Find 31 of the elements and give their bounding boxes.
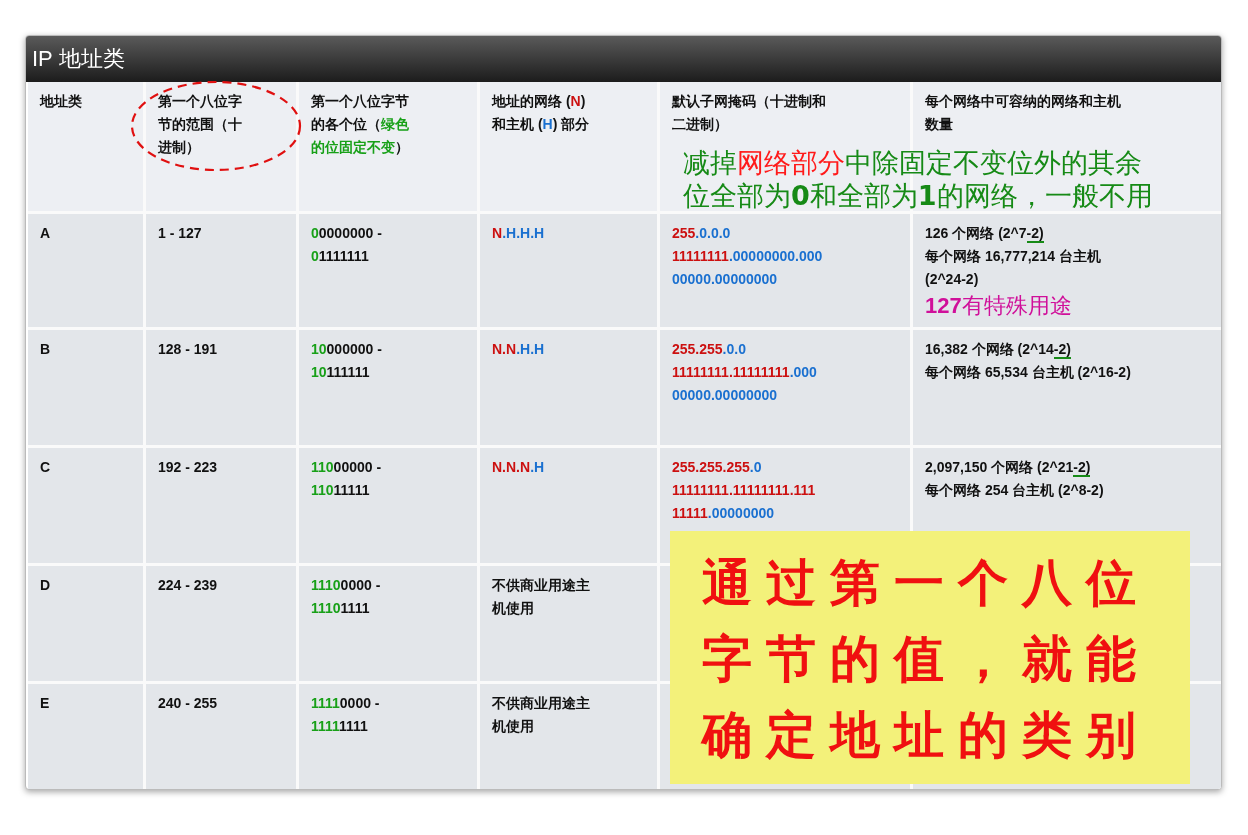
column-header: 第一个八位字 节的范围（十 进制） (146, 82, 296, 211)
table-cell: 255.0.0.0 11111111.00000000.000 00000.00000000 (660, 214, 910, 327)
table-cell: 11000000 - 11011111 (299, 448, 477, 563)
table-cell: 不供商业用途主 机使用 (480, 684, 657, 789)
table-cell: N.N.N.H (480, 448, 657, 563)
table-cell: 255.255.0.0 11111111.11111111.000 00000.00000000 (660, 330, 910, 445)
table-cell: 240 - 255 (146, 684, 296, 789)
table-cell: 不供商业用途主 机使用 (480, 566, 657, 681)
table-cell: 11110000 - 11111111 (299, 684, 477, 789)
table-cell: B (28, 330, 143, 445)
column-header: 地址的网络 (N) 和主机 (H) 部分 (480, 82, 657, 211)
table-cell: D (28, 566, 143, 681)
column-header: 地址类 (28, 82, 143, 211)
table-cell: 126 个网络 (2^7-2) 每个网络 16,777,214 台主机 (2^24-2) 127有特殊用途 (913, 214, 1221, 327)
table-cell: 1 - 127 (146, 214, 296, 327)
table-cell: 224 - 239 (146, 566, 296, 681)
table-cell: 192 - 223 (146, 448, 296, 563)
table-cell: A (28, 214, 143, 327)
table-cell: 11100000 - 11101111 (299, 566, 477, 681)
table-cell: N.N.H.H (480, 330, 657, 445)
table-cell: 10000000 - 10111111 (299, 330, 477, 445)
callout-note: 通过第一个八位 字节的值，就能 确定地址的类别 (670, 531, 1190, 784)
table-cell: 00000000 - 01111111 (299, 214, 477, 327)
table-cell: 16,382 个网络 (2^14-2) 每个网络 65,534 台主机 (2^16-2) (913, 330, 1221, 445)
annotation-text: 减掉网络部分中除固定不变位外的其余 位全部为0和全部为1的网络，一般不用 (683, 146, 1153, 212)
table-cell: C (28, 448, 143, 563)
column-header: 第一个八位字节 的各个位（绿色 的位固定不变） (299, 82, 477, 211)
panel-title: IP 地址类 (26, 36, 1221, 82)
table-cell: 128 - 191 (146, 330, 296, 445)
table-cell: E (28, 684, 143, 789)
table-cell: N.H.H.H (480, 214, 657, 327)
